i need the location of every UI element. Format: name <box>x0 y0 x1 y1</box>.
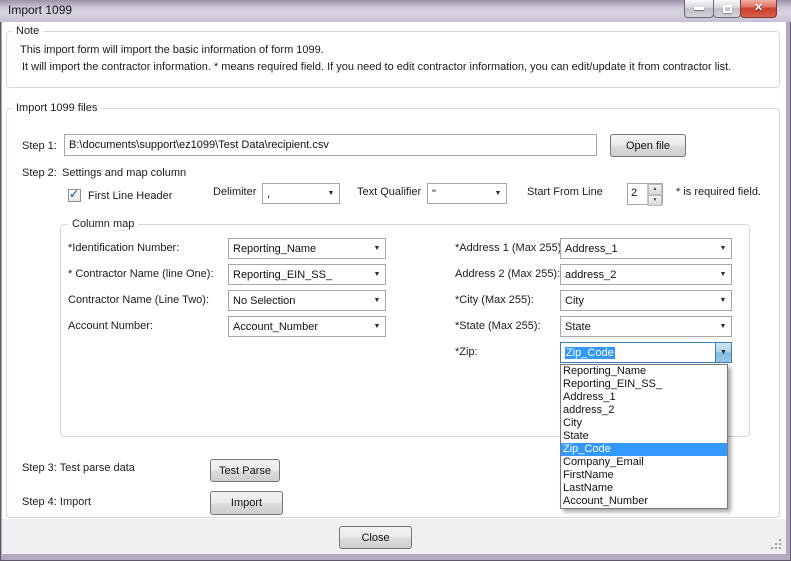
dropdown-item[interactable]: City <box>561 417 727 430</box>
close-button[interactable]: Close <box>339 526 412 549</box>
contractor-name-one-select[interactable]: Reporting_EIN_SS_ ▼ <box>228 264 386 285</box>
dropdown-item-selected[interactable]: Zip_Code <box>561 443 727 456</box>
import-button[interactable]: Import <box>210 491 283 515</box>
dropdown-item[interactable]: FirstName <box>561 469 727 482</box>
dropdown-item[interactable]: address_2 <box>561 404 727 417</box>
contractor-name-two-label: Contractor Name (Line Two): <box>68 294 210 306</box>
combo-value: address_2 <box>565 268 617 281</box>
identification-number-label: *Identification Number: <box>68 242 180 254</box>
text-qualifier-select[interactable]: " ▼ <box>427 183 507 204</box>
window-controls: ✕ <box>684 0 777 18</box>
spinner-buttons: ▲ ▼ <box>647 184 662 206</box>
state-select[interactable]: State ▼ <box>560 316 732 337</box>
combo-value: Zip_Code <box>565 346 615 359</box>
combo-value: Reporting_Name <box>233 242 317 255</box>
combo-value: State <box>565 320 591 333</box>
note-line1: This import form will import the basic i… <box>20 44 324 56</box>
chevron-down-icon: ▼ <box>719 271 727 278</box>
delimiter-value: , <box>267 187 271 200</box>
column-map-group-title: Column map <box>68 218 139 230</box>
step1-label: Step 1: <box>22 140 57 152</box>
dropdown-item[interactable]: LastName <box>561 482 727 495</box>
city-label: *City (Max 255): <box>455 294 534 306</box>
zip-label: *Zip: <box>455 346 478 358</box>
chevron-down-icon: ▼ <box>327 190 335 197</box>
dropdown-item[interactable]: Account_Number <box>561 495 727 508</box>
spin-down-icon[interactable]: ▼ <box>648 195 662 206</box>
delimiter-label: Delimiter <box>213 186 257 198</box>
test-parse-button[interactable]: Test Parse <box>210 459 280 482</box>
state-label: *State (Max 255): <box>455 320 541 332</box>
chevron-down-icon: ▼ <box>494 190 502 197</box>
maximize-icon <box>722 4 732 13</box>
file-path-input[interactable] <box>64 134 597 156</box>
contractor-name-two-select[interactable]: No Selection ▼ <box>228 290 386 311</box>
combo-value: Address_1 <box>565 242 618 255</box>
minimize-icon <box>694 7 704 10</box>
first-line-header-checkbox[interactable]: ✓ <box>68 187 81 202</box>
dropdown-item[interactable]: Company_Email <box>561 456 727 469</box>
delimiter-select[interactable]: , ▼ <box>262 183 340 204</box>
chevron-down-icon: ▼ <box>719 245 727 252</box>
dropdown-item[interactable]: State <box>561 430 727 443</box>
start-from-line-stepper[interactable]: 2 ▲ ▼ <box>627 183 663 206</box>
chevron-down-icon: ▼ <box>719 323 727 330</box>
import-1099-dialog: Import 1099 ✕ Note This import form will… <box>0 0 791 561</box>
chevron-down-icon: ▼ <box>373 323 381 330</box>
note-group-title: Note <box>12 25 44 37</box>
dropdown-item[interactable]: Address_1 <box>561 391 727 404</box>
zip-select[interactable]: Zip_Code ▼ <box>560 342 732 363</box>
maximize-button[interactable] <box>713 0 741 18</box>
text-qualifier-label: Text Qualifier <box>357 186 422 198</box>
close-window-button[interactable]: ✕ <box>740 0 777 18</box>
chevron-down-icon: ▼ <box>373 245 381 252</box>
spin-up-icon[interactable]: ▲ <box>648 184 662 195</box>
text-qualifier-value: " <box>432 187 436 200</box>
city-select[interactable]: City ▼ <box>560 290 732 311</box>
step2-label: Step 2: <box>22 167 57 179</box>
start-from-line-label: Start From Line <box>527 186 603 198</box>
chevron-down-icon: ▼ <box>373 297 381 304</box>
address1-select[interactable]: Address_1 ▼ <box>560 238 732 259</box>
chevron-down-icon: ▼ <box>373 271 381 278</box>
dropdown-item[interactable]: Reporting_EIN_SS_ <box>561 378 727 391</box>
combo-value: Account_Number <box>233 320 318 333</box>
chevron-down-icon: ▼ <box>715 343 731 362</box>
chevron-down-icon: ▼ <box>719 297 727 304</box>
address1-label: *Address 1 (Max 255): <box>455 242 565 254</box>
minimize-button[interactable] <box>684 0 714 18</box>
title-bar[interactable]: Import 1099 ✕ <box>0 0 791 22</box>
combo-value: No Selection <box>233 294 296 307</box>
step4-label: Step 4: Import <box>22 496 92 508</box>
note-groupbox <box>6 31 780 88</box>
account-number-select[interactable]: Account_Number ▼ <box>228 316 386 337</box>
resize-grip-icon[interactable] <box>779 547 781 549</box>
note-line2: It will import the contractor informatio… <box>22 61 732 73</box>
first-line-header-label: First Line Header <box>88 190 173 202</box>
contractor-name-one-label: * Contractor Name (line One): <box>68 268 214 280</box>
step2-title: Settings and map column <box>62 167 187 179</box>
combo-value: City <box>565 294 584 307</box>
import-files-group-title: Import 1099 files <box>12 102 102 114</box>
open-file-button[interactable]: Open file <box>610 134 686 157</box>
check-icon: ✓ <box>69 187 80 201</box>
window-title: Import 1099 <box>8 3 73 17</box>
required-field-note: * is required field. <box>676 186 761 198</box>
close-icon: ✕ <box>753 2 764 14</box>
combo-value: Reporting_EIN_SS_ <box>233 268 333 281</box>
start-from-line-value: 2 <box>631 187 638 199</box>
identification-number-select[interactable]: Reporting_Name ▼ <box>228 238 386 259</box>
step3-label: Step 3: Test parse data <box>22 462 135 474</box>
zip-dropdown-list: Reporting_Name Reporting_EIN_SS_ Address… <box>560 364 728 509</box>
address2-select[interactable]: address_2 ▼ <box>560 264 732 285</box>
address2-label: Address 2 (Max 255): <box>455 268 561 280</box>
dropdown-item[interactable]: Reporting_Name <box>561 365 727 378</box>
account-number-label: Account Number: <box>68 320 153 332</box>
